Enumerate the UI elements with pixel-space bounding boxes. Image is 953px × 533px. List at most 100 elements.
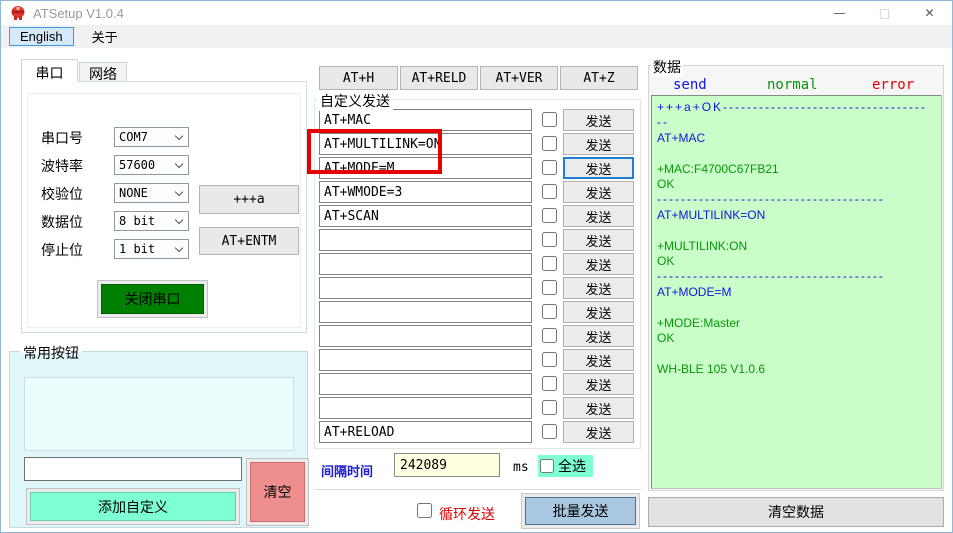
at-h-button[interactable]: AT+H [319, 66, 398, 90]
row-select-checkbox[interactable] [542, 424, 557, 439]
app-icon [11, 6, 25, 20]
custom-command-input[interactable] [319, 301, 532, 323]
select-all-checkbox[interactable] [540, 459, 554, 473]
maximize-icon[interactable]: □ [862, 1, 907, 25]
plus-a-button[interactable]: +++a [199, 185, 299, 214]
loop-send-checkbox[interactable] [417, 503, 432, 518]
stop-bits-select[interactable]: 1 bit [114, 239, 189, 259]
custom-command-input[interactable] [319, 133, 532, 155]
send-button[interactable]: 发送 [563, 349, 634, 371]
legend-error: error [872, 77, 915, 93]
terminal-line: WH-BLE 105 V1.0.6 [657, 361, 766, 376]
common-buttons-group: 常用按钮 添加自定义 清空 [9, 343, 309, 528]
custom-command-input[interactable] [319, 109, 532, 131]
send-button[interactable]: 发送 [563, 373, 634, 395]
terminal-line: OK [657, 254, 675, 269]
interval-unit-label: ms [513, 460, 529, 475]
com-port-select[interactable]: COM7 [114, 127, 189, 147]
terminal-line: -------------------------------------- [657, 269, 885, 284]
terminal-line: +MAC:F4700C67FB21 [657, 161, 779, 176]
at-reld-button[interactable]: AT+RELD [400, 66, 478, 90]
data-title: 数据 [651, 57, 683, 77]
custom-command-input[interactable] [319, 229, 532, 251]
tab-serial-port[interactable]: 串口 [21, 59, 78, 82]
row-select-checkbox[interactable] [542, 184, 557, 199]
send-button[interactable]: 发送 [563, 133, 634, 155]
row-select-checkbox[interactable] [542, 256, 557, 271]
baud-rate-select[interactable]: 57600 [114, 155, 189, 175]
custom-command-input[interactable] [319, 205, 532, 227]
send-button[interactable]: 发送 [563, 325, 634, 347]
row-select-checkbox[interactable] [542, 160, 557, 175]
legend-send: send [673, 77, 707, 93]
row-select-checkbox[interactable] [542, 112, 557, 127]
row-select-checkbox[interactable] [542, 280, 557, 295]
terminal-line: AT+MAC [657, 130, 706, 145]
data-terminal[interactable]: +++a+OK---------------------------------… [651, 95, 942, 489]
send-button[interactable]: 发送 [563, 397, 634, 419]
send-button[interactable]: 发送 [563, 301, 634, 323]
chevron-down-icon [174, 243, 184, 253]
atsetup-window: ATSetup V1.0.4 — □ ✕ English 关于 串口 网络 串口… [0, 0, 953, 533]
close-serial-button[interactable]: 关闭串口 [101, 284, 204, 314]
custom-command-input[interactable] [319, 349, 532, 371]
minimize-icon[interactable]: — [817, 1, 862, 25]
menu-english-button[interactable]: English [9, 27, 74, 46]
at-entm-button[interactable]: AT+ENTM [199, 227, 299, 255]
select-all-label: 全选 [558, 458, 586, 474]
send-button[interactable]: 发送 [563, 253, 634, 275]
row-select-checkbox[interactable] [542, 400, 557, 415]
at-z-button[interactable]: AT+Z [560, 66, 638, 90]
row-select-checkbox[interactable] [542, 328, 557, 343]
baud-rate-label: 波特率 [41, 158, 83, 174]
row-select-checkbox[interactable] [542, 208, 557, 223]
chevron-down-icon [174, 131, 184, 141]
interval-label: 间隔时间 [321, 464, 374, 479]
tab-network[interactable]: 网络 [79, 62, 127, 82]
clear-button[interactable]: 清空 [250, 462, 305, 522]
row-select-checkbox[interactable] [542, 376, 557, 391]
custom-command-input[interactable] [319, 253, 532, 275]
custom-command-input[interactable] [319, 325, 532, 347]
terminal-line: AT+MODE=M [657, 284, 732, 299]
data-bits-select[interactable]: 8 bit [114, 211, 189, 231]
send-button[interactable]: 发送 [563, 109, 634, 131]
row-select-checkbox[interactable] [542, 352, 557, 367]
row-select-checkbox[interactable] [542, 136, 557, 151]
batch-send-button[interactable]: 批量发送 [525, 497, 636, 525]
custom-command-input[interactable] [319, 421, 532, 443]
legend-normal: normal [767, 77, 818, 93]
send-button[interactable]: 发送 [563, 205, 634, 227]
menubar: English 关于 [1, 25, 952, 48]
custom-command-input[interactable] [319, 397, 532, 419]
at-ver-button[interactable]: AT+VER [480, 66, 558, 90]
close-icon[interactable]: ✕ [907, 1, 952, 25]
row-select-checkbox[interactable] [542, 232, 557, 247]
parity-select[interactable]: NONE [114, 183, 189, 203]
send-button[interactable]: 发送 [563, 277, 634, 299]
interval-input[interactable] [394, 453, 500, 477]
custom-command-input[interactable] [319, 373, 532, 395]
clear-data-button[interactable]: 清空数据 [648, 497, 944, 527]
window-title: ATSetup V1.0.4 [33, 5, 124, 21]
custom-command-input[interactable] [319, 181, 532, 203]
terminal-line: OK [657, 331, 675, 346]
terminal-line: +++a+OK---------------------------------… [657, 100, 927, 114]
send-button[interactable]: 发送 [563, 157, 634, 179]
send-button[interactable]: 发送 [563, 421, 634, 443]
send-button[interactable]: 发送 [563, 229, 634, 251]
custom-command-input[interactable] [319, 157, 532, 179]
terminal-line: +MULTILINK:ON [657, 238, 748, 253]
clear-frame: 清空 [246, 458, 309, 526]
add-custom-button[interactable]: 添加自定义 [30, 492, 236, 521]
row-select-checkbox[interactable] [542, 304, 557, 319]
parity-label: 校验位 [41, 186, 83, 202]
send-button[interactable]: 发送 [563, 181, 634, 203]
menu-about-item[interactable]: 关于 [84, 27, 126, 46]
loop-send-label: 循环发送 [439, 506, 495, 522]
custom-command-input[interactable] [319, 277, 532, 299]
new-command-input[interactable] [24, 457, 242, 481]
separator [314, 489, 641, 490]
